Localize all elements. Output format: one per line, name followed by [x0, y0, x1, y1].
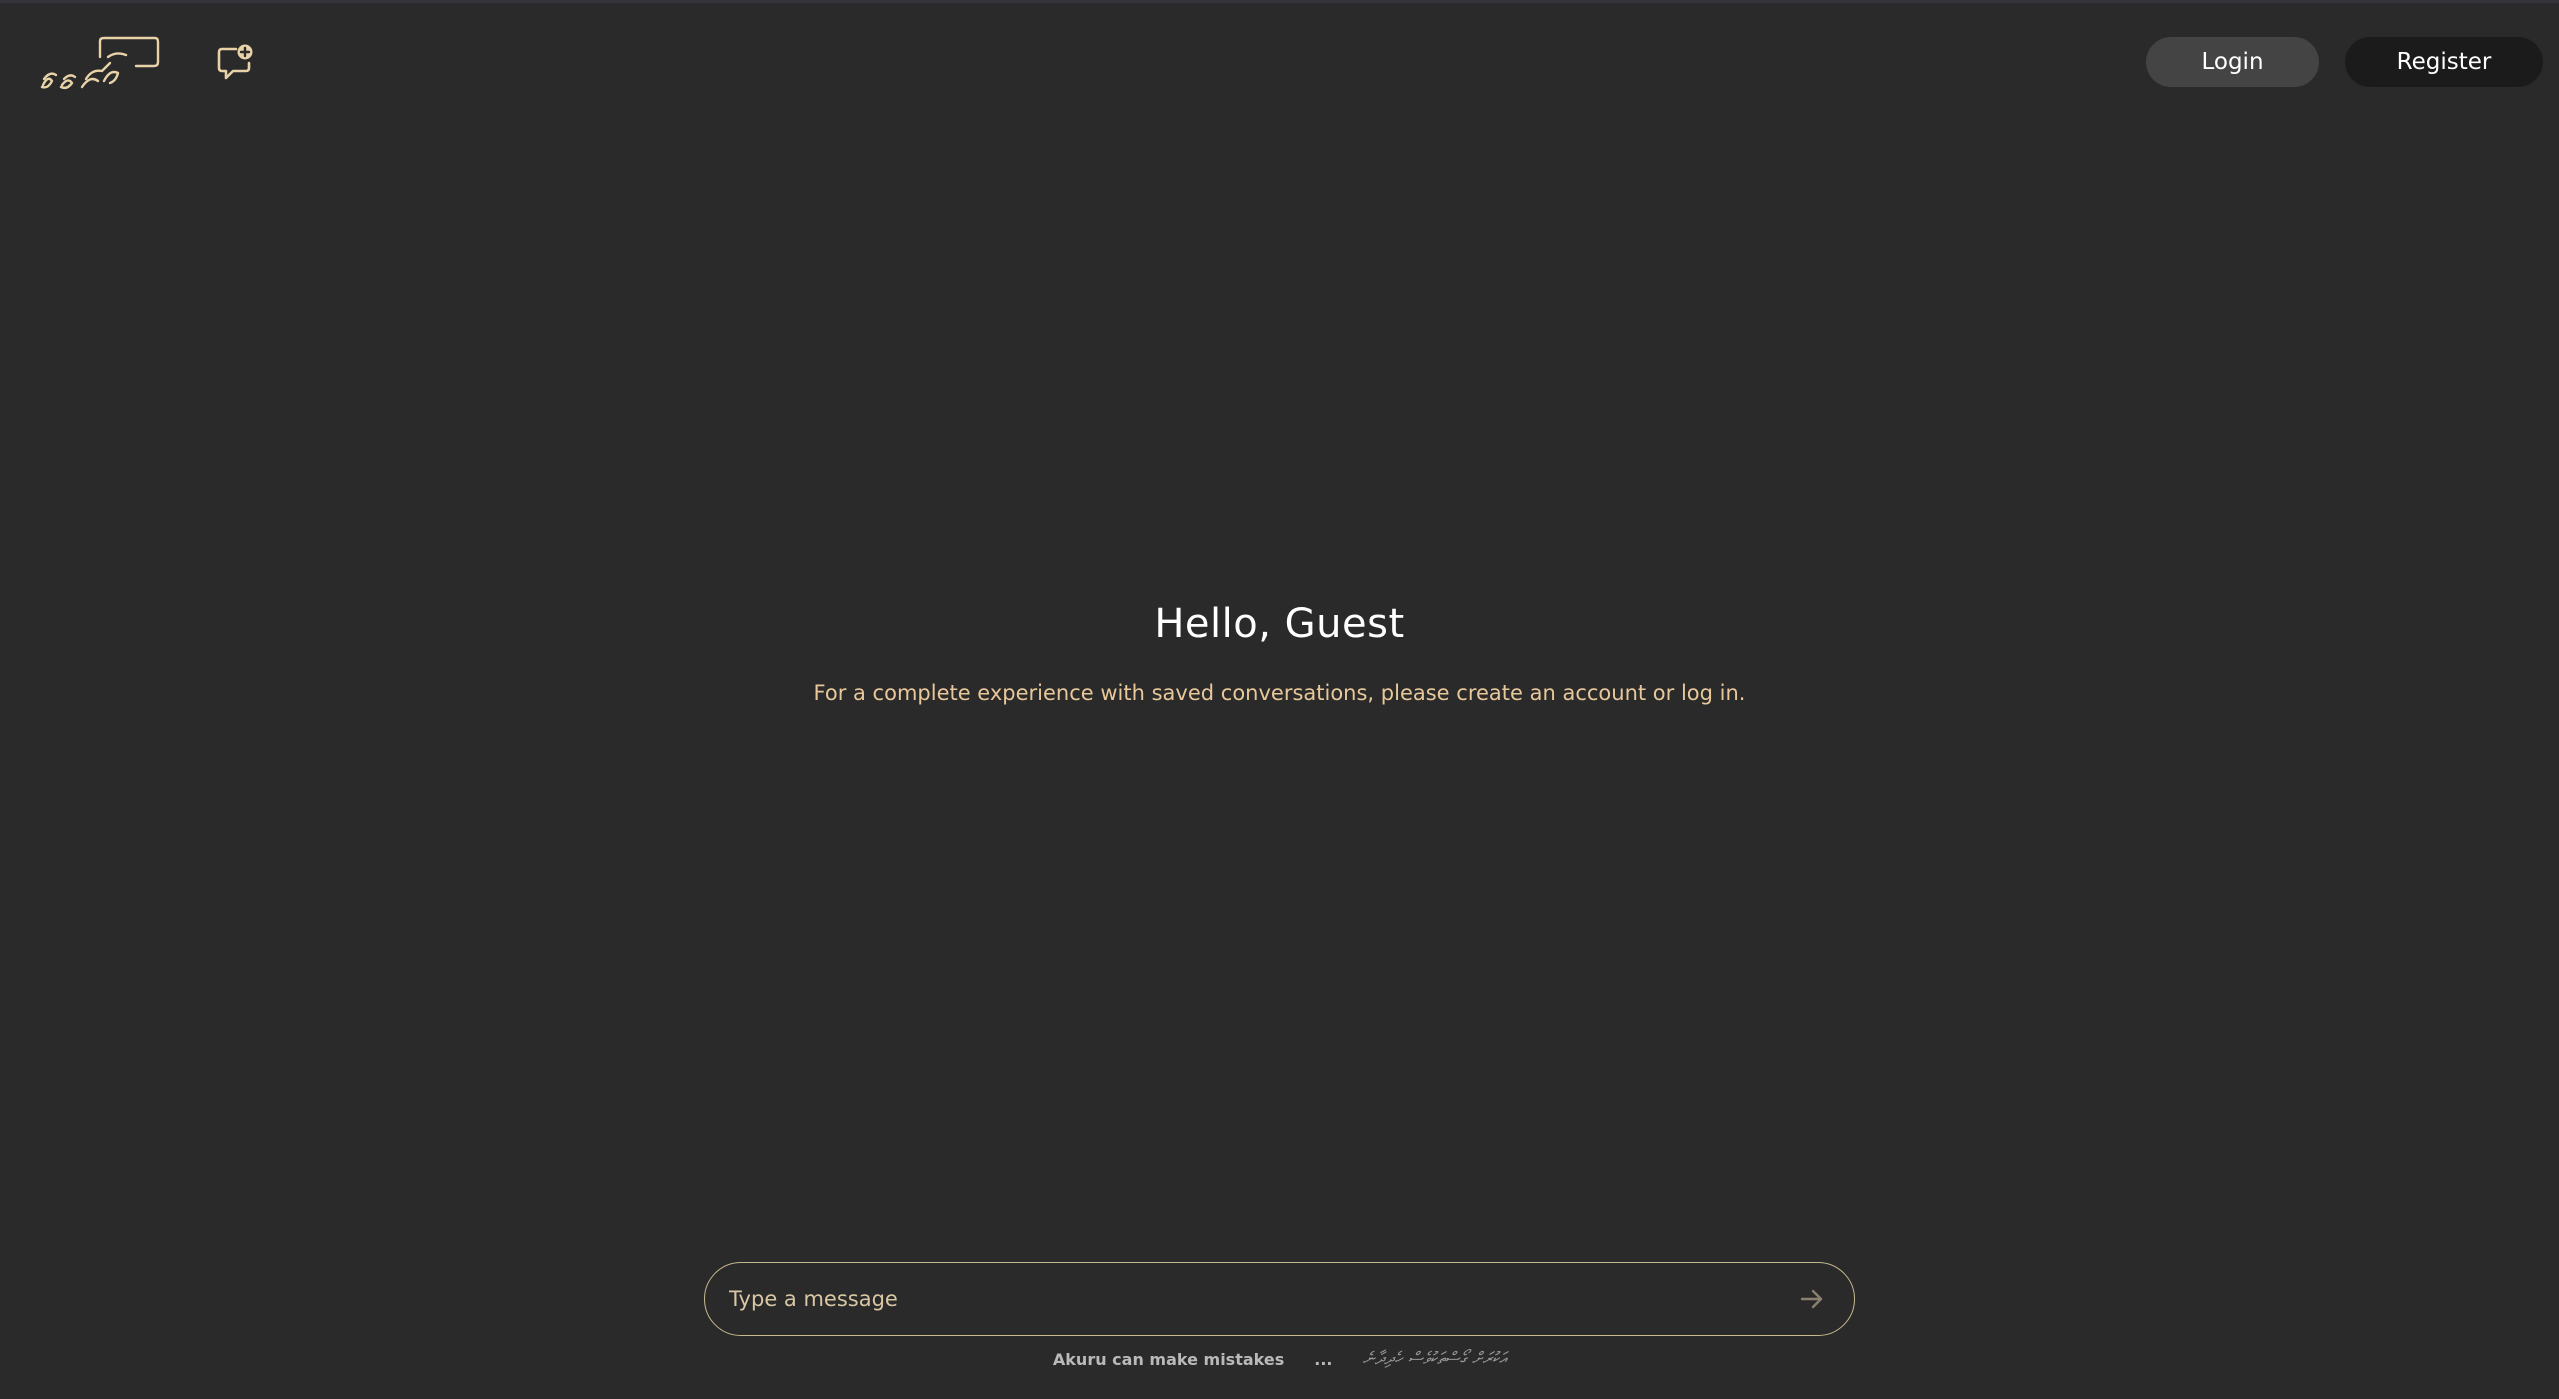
welcome-subtitle: For a complete experience with saved con…: [813, 681, 1746, 705]
disclaimer-separator: ...: [1314, 1349, 1333, 1369]
register-button[interactable]: Register: [2345, 37, 2543, 87]
arrow-right-icon: [1800, 1289, 1823, 1309]
message-input[interactable]: [705, 1262, 1782, 1336]
disclaimer: Akuru can make mistakes ... އަކުރަށް ގޯސ…: [0, 1349, 2559, 1369]
akuru-logo-icon[interactable]: [38, 35, 162, 93]
app-root: Login Register Hello, Guest For a comple…: [0, 0, 2559, 1399]
new-chat-icon: [217, 44, 253, 80]
disclaimer-english: Akuru can make mistakes: [1052, 1349, 1285, 1369]
new-chat-button[interactable]: [214, 41, 258, 85]
disclaimer-dhivehi: އަކުރަށް ގޯސްތަކުވެސް ހެދިދާނެ: [1362, 1349, 1507, 1369]
auth-buttons: Login Register: [2146, 37, 2543, 87]
message-composer: [704, 1262, 1855, 1336]
login-button[interactable]: Login: [2146, 37, 2319, 87]
welcome-title: Hello, Guest: [1154, 601, 1405, 647]
welcome-section: Hello, Guest For a complete experience w…: [0, 601, 2559, 705]
send-button[interactable]: [1782, 1269, 1842, 1329]
